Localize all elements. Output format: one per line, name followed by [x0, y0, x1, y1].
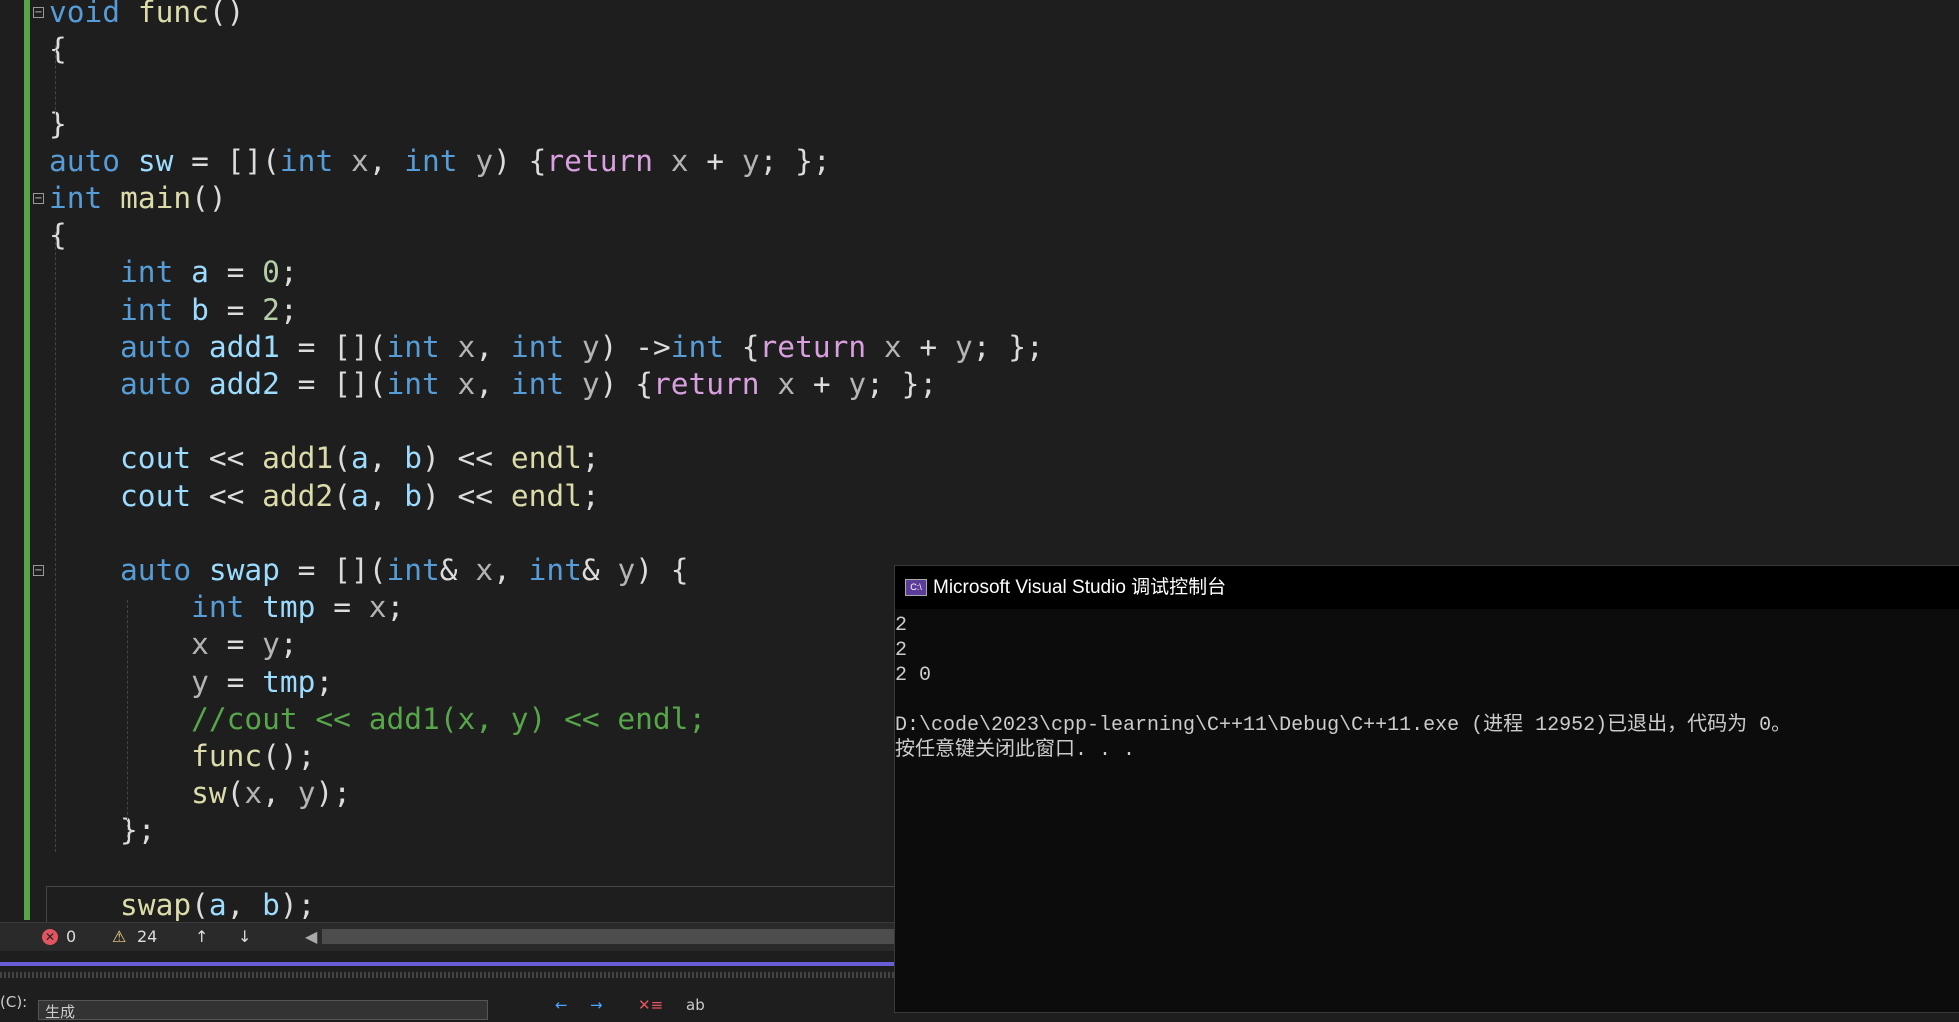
- code-line[interactable]: cout << add2(a, b) << endl;: [49, 478, 600, 515]
- code-line[interactable]: int a = 0;: [49, 254, 298, 291]
- code-line[interactable]: void func(): [49, 0, 244, 31]
- warning-icon[interactable]: ⚠: [112, 927, 126, 946]
- code-line[interactable]: cout << add1(a, b) << endl;: [49, 440, 600, 477]
- code-line[interactable]: int b = 2;: [49, 292, 298, 329]
- console-icon: C:\: [905, 579, 927, 596]
- code-line[interactable]: auto sw = [](int x, int y) {return x + y…: [49, 143, 831, 180]
- word-wrap-icon[interactable]: ab: [686, 996, 705, 1014]
- code-line[interactable]: int tmp = x;: [49, 589, 404, 626]
- console-title-bar[interactable]: C:\ Microsoft Visual Studio 调试控制台: [895, 566, 1959, 609]
- arrow-right-icon[interactable]: →: [590, 996, 603, 1014]
- code-line[interactable]: }: [49, 106, 67, 143]
- code-line[interactable]: auto add1 = [](int x, int y) ->int {retu…: [49, 329, 1044, 366]
- code-line[interactable]: int main(): [49, 180, 227, 217]
- arrow-left-icon[interactable]: ←: [555, 996, 568, 1014]
- console-title: Microsoft Visual Studio 调试控制台: [933, 577, 1227, 598]
- code-line[interactable]: y = tmp;: [49, 664, 333, 701]
- indent-guide: [55, 232, 56, 852]
- console-line: 2 0: [895, 664, 932, 687]
- indent-guide: [55, 45, 56, 115]
- output-source-value: 生成: [45, 1003, 76, 1021]
- code-line[interactable]: sw(x, y);: [49, 775, 351, 812]
- code-line[interactable]: {: [49, 31, 67, 68]
- scroll-left-icon[interactable]: ◀: [305, 927, 317, 946]
- error-count[interactable]: 0: [66, 927, 76, 946]
- indent-guide: [127, 600, 128, 840]
- code-line[interactable]: };: [49, 812, 156, 849]
- fold-toggle-icon[interactable]: −: [33, 565, 44, 576]
- code-line[interactable]: swap(a, b);: [49, 887, 315, 924]
- console-line: 2: [895, 639, 908, 662]
- error-icon[interactable]: ✕: [42, 929, 58, 945]
- output-source-label: (C):: [0, 993, 28, 1011]
- console-output: 222 0 D:\code\2023\cpp-learning\C++11\De…: [895, 609, 1959, 763]
- code-line[interactable]: x = y;: [49, 626, 298, 663]
- code-line[interactable]: auto swap = [](int& x, int& y) {: [49, 552, 688, 589]
- debug-console-window[interactable]: C:\ Microsoft Visual Studio 调试控制台 222 0 …: [894, 565, 1959, 1013]
- change-indicator-bar: [24, 0, 30, 920]
- code-line[interactable]: //cout << add1(x, y) << endl;: [49, 701, 706, 738]
- output-source-select[interactable]: 生成: [38, 1000, 488, 1021]
- code-line[interactable]: func();: [49, 738, 315, 775]
- warning-count[interactable]: 24: [137, 927, 157, 946]
- code-line[interactable]: auto add2 = [](int x, int y) {return x +…: [49, 366, 937, 403]
- console-line: 按任意键关闭此窗口. . .: [895, 739, 1136, 762]
- code-line[interactable]: {: [49, 217, 67, 254]
- console-line: 2: [895, 614, 908, 637]
- fold-toggle-icon[interactable]: −: [33, 193, 44, 204]
- clear-all-icon[interactable]: ✕≡: [638, 996, 663, 1014]
- fold-toggle-icon[interactable]: −: [33, 7, 44, 18]
- arrow-up-icon[interactable]: ↑: [195, 927, 208, 946]
- arrow-down-icon[interactable]: ↓: [238, 927, 251, 946]
- console-line: D:\code\2023\cpp-learning\C++11\Debug\C+…: [895, 714, 1792, 737]
